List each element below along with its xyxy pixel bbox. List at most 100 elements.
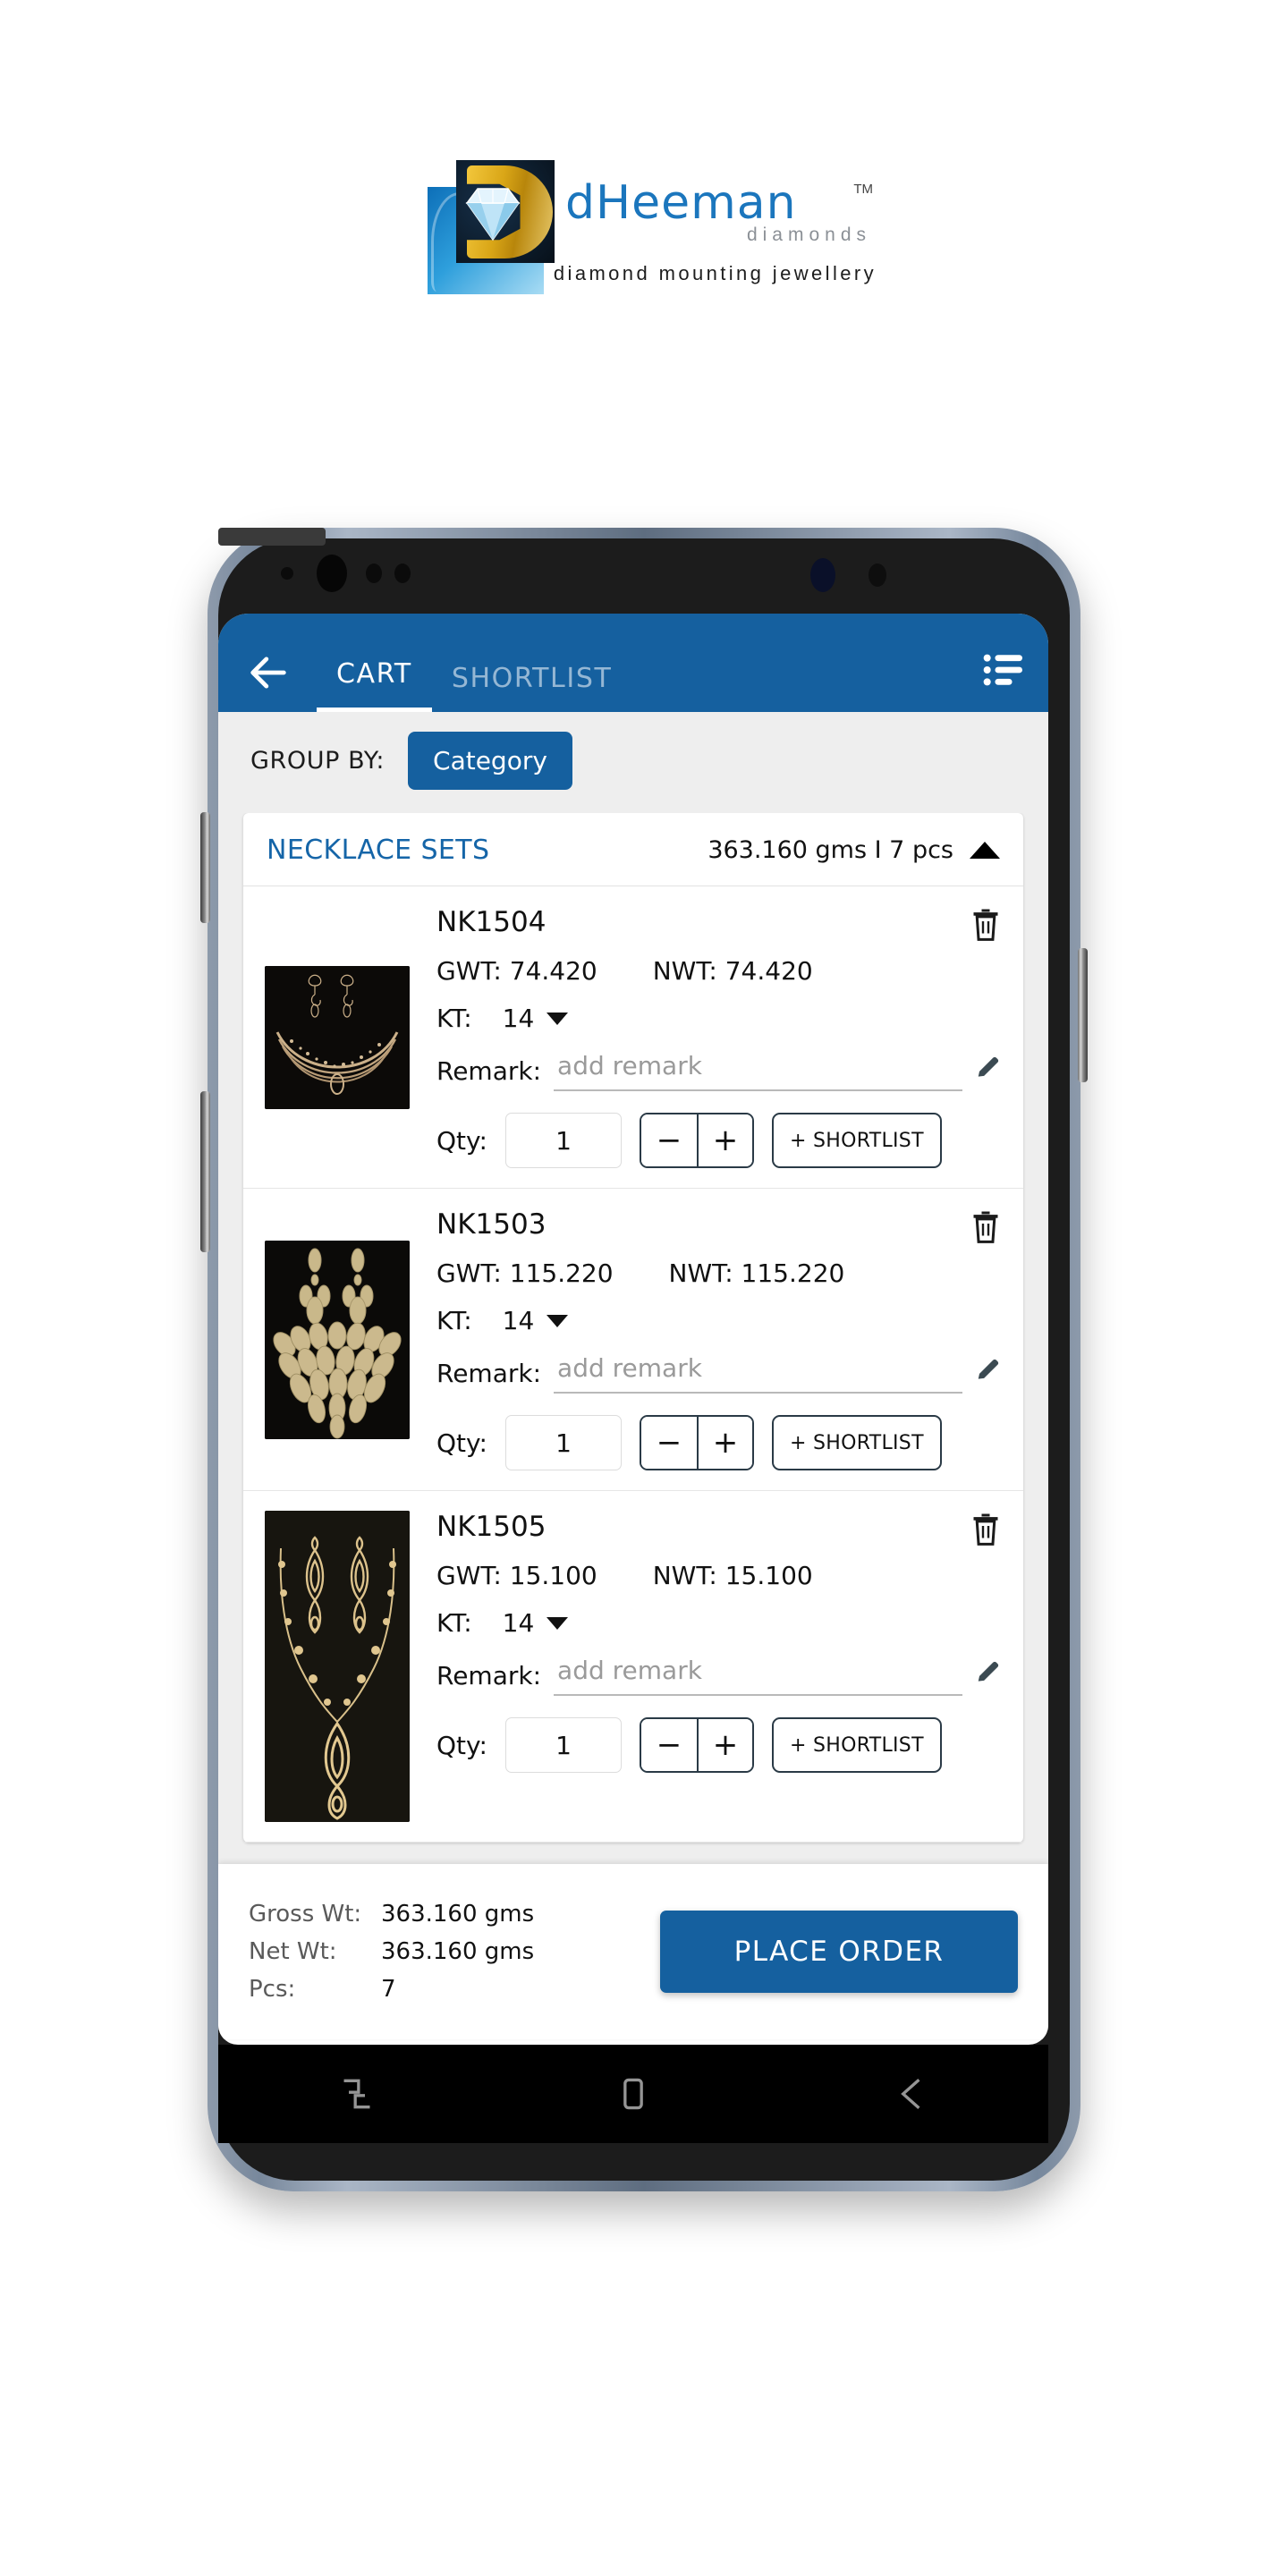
diamond-icon [465,188,521,241]
pencil-edit-icon[interactable] [975,1356,1002,1383]
product-thumbnail[interactable] [265,1511,410,1822]
brand-logo: dHeeman TM diamonds diamond mounting jew… [0,152,1288,322]
pcs-value: 7 [381,1976,396,2004]
remark-row: Remark: add remark [436,1656,1002,1696]
logo-graphic: dHeeman TM diamonds diamond mounting jew… [411,157,877,318]
remark-input[interactable]: add remark [554,1353,962,1394]
qty-input[interactable]: 1 [504,1113,622,1168]
remark-placeholder: add remark [557,1051,702,1080]
android-navigation-bar [218,2045,1048,2143]
volume-down-button[interactable] [200,1091,210,1252]
product-thumbnail[interactable] [265,965,410,1109]
pencil-edit-icon[interactable] [975,1658,1002,1685]
nwt-value: 15.100 [724,1561,813,1590]
remark-placeholder: add remark [557,1656,702,1685]
kt-value: 14 [502,1306,535,1335]
tab-shortlist[interactable]: SHORTLIST [432,663,632,712]
cart-item-weights: GWT: 15.100 NWT: 15.100 [436,1561,1002,1590]
nwt-value: 115.220 [741,1258,845,1288]
trash-icon[interactable] [970,906,1002,942]
kt-value: 14 [502,1004,535,1033]
total-row-gross: Gross Wt: 363.160 gms [249,1895,660,1933]
nwt-value: 74.420 [724,956,813,986]
group-by-bar: GROUP BY: Category [218,712,1048,813]
pencil-edit-icon[interactable] [975,1054,1002,1080]
caret-up-icon[interactable] [970,842,1000,859]
cart-item-header: NK1504 [436,906,1002,942]
phone-sensor-strip [218,528,1048,614]
cart-list-scroll[interactable]: NECKLACE SETS 363.160 gms I 7 pcs NK1504… [218,813,1048,1864]
volume-up-button[interactable] [200,812,210,923]
add-to-shortlist-button[interactable]: + SHORTLIST [771,1717,942,1773]
group-by-category-chip[interactable]: Category [408,732,572,790]
product-thumbnail[interactable] [265,1240,410,1439]
add-to-shortlist-button[interactable]: + SHORTLIST [771,1415,942,1470]
remark-input[interactable]: add remark [554,1656,962,1696]
qty-increment-button[interactable]: + [696,1719,752,1771]
light-sensor-icon [394,564,411,583]
cart-totals: Gross Wt: 363.160 gms Net Wt: 363.160 gm… [249,1895,660,2008]
category-group-summary: 363.160 gms I 7 pcs [708,836,1000,864]
trash-icon[interactable] [970,1208,1002,1244]
recents-icon[interactable] [337,2074,377,2114]
qty-increment-button[interactable]: + [696,1417,752,1469]
karat-row: KT: 14 [436,1608,1002,1638]
cart-item-header: NK1505 [436,1511,1002,1546]
gross-weight: GWT: 115.220 [436,1258,614,1288]
brand-name: dHeeman [565,176,797,230]
product-sku: NK1505 [436,1511,547,1543]
qty-input[interactable]: 1 [504,1415,622,1470]
cart-item-row: NK1503 GWT: 115.220 NWT: 115.220 KT: 14 … [243,1189,1023,1491]
gwt-value: 115.220 [509,1258,614,1288]
kt-select[interactable]: 14 [503,1608,569,1638]
karat-row: KT: 14 [436,1306,1002,1335]
nwt-label: NWT: [652,956,717,986]
trash-icon[interactable] [970,1511,1002,1546]
total-row-net: Net Wt: 363.160 gms [249,1933,660,1970]
qty-increment-button[interactable]: + [696,1114,752,1166]
qty-decrement-button[interactable]: − [640,1719,697,1771]
home-square-icon[interactable] [614,2074,653,2114]
app-bar: CART SHORTLIST [218,614,1048,712]
qty-decrement-button[interactable]: − [640,1114,697,1166]
phone-screen: CART SHORTLIST GROUP BY: Category NECKLA… [218,614,1048,2045]
cart-item-header: NK1503 [436,1208,1002,1244]
brand-trademark: TM [853,182,873,197]
qty-stepper: − + [639,1113,754,1168]
list-view-icon[interactable] [982,651,1025,689]
qty-input[interactable]: 1 [504,1717,622,1773]
quantity-row: Qty: 1 − + + SHORTLIST [436,1717,1002,1773]
category-group-title: NECKLACE SETS [267,835,490,866]
net-weight: NWT: 115.220 [669,1258,845,1288]
kt-select[interactable]: 14 [503,1004,569,1033]
arrow-left-icon[interactable] [245,649,292,696]
qty-label: Qty: [436,1730,487,1760]
front-camera-icon [317,555,347,592]
qty-stepper: − + [639,1415,754,1470]
kt-select[interactable]: 14 [503,1306,569,1335]
nav-back-arrow-icon[interactable] [890,2074,929,2114]
quantity-row: Qty: 1 − + + SHORTLIST [436,1415,1002,1470]
place-order-button[interactable]: PLACE ORDER [660,1911,1018,1993]
phone-mockup: CART SHORTLIST GROUP BY: Category NECKLA… [200,528,1088,2191]
category-group-header[interactable]: NECKLACE SETS 363.160 gms I 7 pcs [243,813,1023,886]
gross-wt-value: 363.160 gms [381,1900,535,1928]
remark-input[interactable]: add remark [554,1051,962,1091]
group-by-label: GROUP BY: [250,747,386,775]
gwt-value: 15.100 [509,1561,597,1590]
power-button[interactable] [1078,948,1088,1082]
cart-item-row: NK1505 GWT: 15.100 NWT: 15.100 KT: 14 Re… [243,1491,1023,1843]
caret-down-icon [547,1012,569,1025]
cart-item-weights: GWT: 115.220 NWT: 115.220 [436,1258,1002,1288]
quantity-row: Qty: 1 − + + SHORTLIST [436,1113,1002,1168]
product-sku: NK1504 [436,906,547,938]
tab-cart[interactable]: CART [317,658,432,712]
brand-tagline: diamond mounting jewellery [553,262,877,284]
necklace-set-image [265,1240,410,1439]
gwt-label: GWT: [436,1561,502,1590]
add-to-shortlist-button[interactable]: + SHORTLIST [771,1113,942,1168]
necklace-set-image [265,965,410,1109]
sensor-dot-icon [281,567,293,580]
qty-decrement-button[interactable]: − [640,1417,697,1469]
tab-bar: CART SHORTLIST [317,658,982,712]
